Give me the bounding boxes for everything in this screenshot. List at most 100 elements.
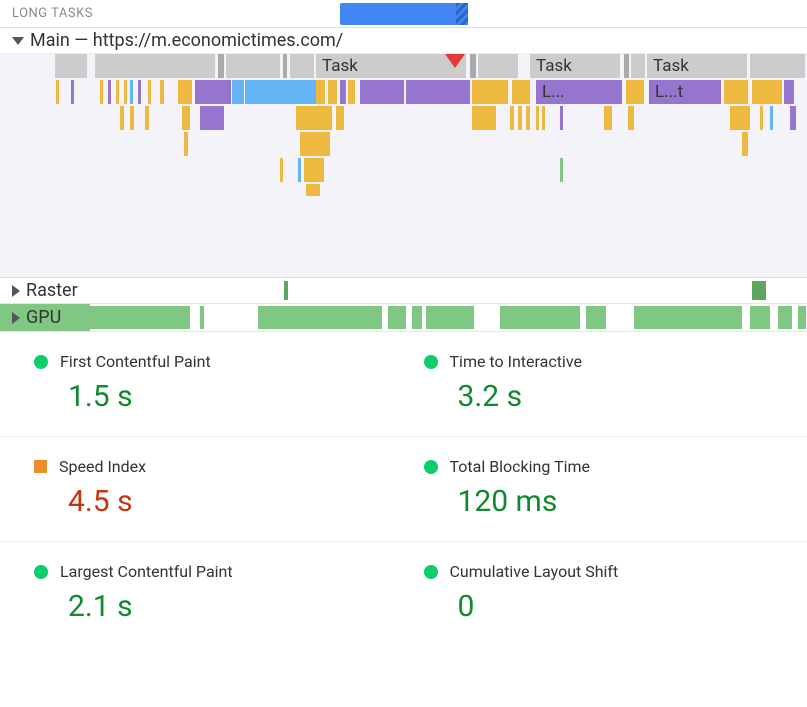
long-task-bar[interactable] — [340, 3, 468, 25]
layout-bar[interactable] — [195, 80, 231, 104]
script-bar[interactable] — [336, 106, 344, 130]
gpu-bar[interactable] — [634, 306, 742, 329]
script-bar[interactable] — [306, 184, 320, 196]
layout-bar[interactable] — [560, 106, 563, 130]
script-bar[interactable] — [328, 80, 337, 104]
script-bar[interactable] — [178, 80, 192, 104]
task-bar[interactable] — [218, 54, 224, 78]
script-bar[interactable] — [130, 106, 134, 130]
layout-bar[interactable] — [790, 106, 796, 130]
script-bar[interactable] — [116, 80, 119, 104]
layout-bar[interactable] — [138, 80, 141, 104]
layout-bar[interactable] — [340, 80, 346, 104]
layout-bar[interactable] — [360, 80, 404, 104]
task-bar[interactable] — [478, 54, 518, 78]
main-thread-header[interactable]: Main — https://m.economictimes.com/ — [0, 28, 807, 54]
script-bar[interactable] — [472, 80, 508, 104]
parse-bar[interactable] — [232, 80, 244, 104]
task-label[interactable]: Task — [530, 54, 620, 78]
flame-chart[interactable]: Task Task Task — [0, 54, 807, 278]
gpu-bar[interactable] — [586, 306, 606, 329]
script-bar[interactable] — [760, 106, 763, 130]
gpu-bar[interactable] — [388, 306, 406, 329]
gpu-bar[interactable] — [90, 306, 190, 329]
task-bar[interactable] — [470, 54, 476, 78]
script-bar[interactable] — [316, 80, 325, 104]
script-bar[interactable] — [124, 80, 127, 104]
script-bar[interactable] — [182, 106, 190, 130]
gpu-bar[interactable] — [200, 306, 204, 329]
main-thread-title: Main — https://m.economictimes.com/ — [30, 30, 343, 51]
script-bar[interactable] — [300, 132, 330, 156]
script-bar[interactable] — [145, 106, 149, 130]
gpu-bar[interactable] — [778, 306, 792, 329]
task-bar[interactable] — [631, 54, 645, 78]
script-bar[interactable] — [628, 106, 634, 130]
expand-icon[interactable] — [12, 285, 20, 297]
task-bar[interactable] — [750, 54, 805, 78]
gpu-bar[interactable] — [412, 306, 422, 329]
parse-bar[interactable] — [298, 158, 301, 182]
metrics-row: First Contentful Paint 1.5 s Time to Int… — [0, 332, 807, 437]
layout-bar[interactable] — [200, 106, 224, 130]
script-bar[interactable] — [626, 80, 644, 104]
task-bar[interactable] — [55, 54, 87, 78]
script-bar[interactable] — [510, 106, 514, 130]
script-bar[interactable] — [100, 80, 103, 104]
gpu-bar[interactable] — [750, 306, 770, 329]
task-bar[interactable] — [226, 54, 280, 78]
task-label[interactable]: Task — [647, 54, 747, 78]
task-bar[interactable] — [283, 54, 287, 78]
task-bar[interactable] — [290, 54, 314, 78]
script-bar[interactable] — [348, 80, 355, 104]
task-bar[interactable] — [95, 54, 215, 78]
script-bar[interactable] — [536, 106, 539, 130]
script-bar[interactable] — [752, 80, 782, 104]
script-bar[interactable] — [304, 158, 324, 182]
script-bar[interactable] — [526, 106, 530, 130]
long-tasks-track[interactable]: LONG TASKS — [0, 0, 807, 28]
script-bar[interactable] — [742, 132, 748, 156]
task-label[interactable]: Task — [316, 54, 466, 78]
parse-bar[interactable] — [770, 106, 773, 130]
script-bar[interactable] — [148, 80, 151, 104]
paint-bar[interactable] — [560, 158, 563, 182]
task-bar[interactable] — [624, 54, 629, 78]
layout-label[interactable]: L... — [536, 80, 622, 104]
script-bar[interactable] — [604, 106, 612, 130]
script-bar[interactable] — [296, 106, 332, 130]
gpu-bar[interactable] — [426, 306, 474, 329]
status-dot-icon — [34, 355, 48, 369]
script-bar[interactable] — [280, 158, 283, 182]
layout-bar[interactable] — [108, 80, 111, 104]
script-bar[interactable] — [542, 106, 545, 130]
script-bar[interactable] — [472, 106, 496, 130]
metric-fcp: First Contentful Paint 1.5 s — [0, 332, 404, 437]
main-thread-waterfall[interactable]: Main — https://m.economictimes.com/ Task… — [0, 28, 807, 278]
expand-icon[interactable] — [12, 312, 20, 324]
script-bar[interactable] — [120, 106, 124, 130]
gpu-bar[interactable] — [798, 306, 806, 329]
raster-track[interactable]: Raster — [0, 278, 807, 304]
parse-bar[interactable] — [130, 80, 133, 104]
parse-bar[interactable] — [245, 80, 317, 104]
script-bar[interactable] — [730, 106, 750, 130]
script-bar[interactable] — [160, 80, 164, 104]
warning-flag-icon[interactable] — [445, 54, 465, 68]
raster-mark[interactable] — [284, 281, 288, 300]
gpu-bar[interactable] — [500, 306, 580, 329]
script-bar[interactable] — [518, 106, 522, 130]
script-bar[interactable] — [184, 132, 188, 156]
layout-bar[interactable] — [784, 80, 794, 104]
layout-bar[interactable] — [71, 80, 74, 104]
script-bar[interactable] — [56, 80, 59, 104]
gpu-track[interactable]: GPU — [0, 304, 807, 332]
collapse-icon[interactable] — [12, 37, 24, 45]
gpu-bar[interactable] — [258, 306, 382, 329]
script-bar[interactable] — [512, 80, 530, 104]
layout-bar[interactable] — [406, 80, 470, 104]
raster-mark[interactable] — [752, 281, 766, 300]
layout-label[interactable]: L...t — [649, 80, 721, 104]
script-bar[interactable] — [724, 80, 748, 104]
metric-label: Largest Contentful Paint — [60, 562, 233, 581]
